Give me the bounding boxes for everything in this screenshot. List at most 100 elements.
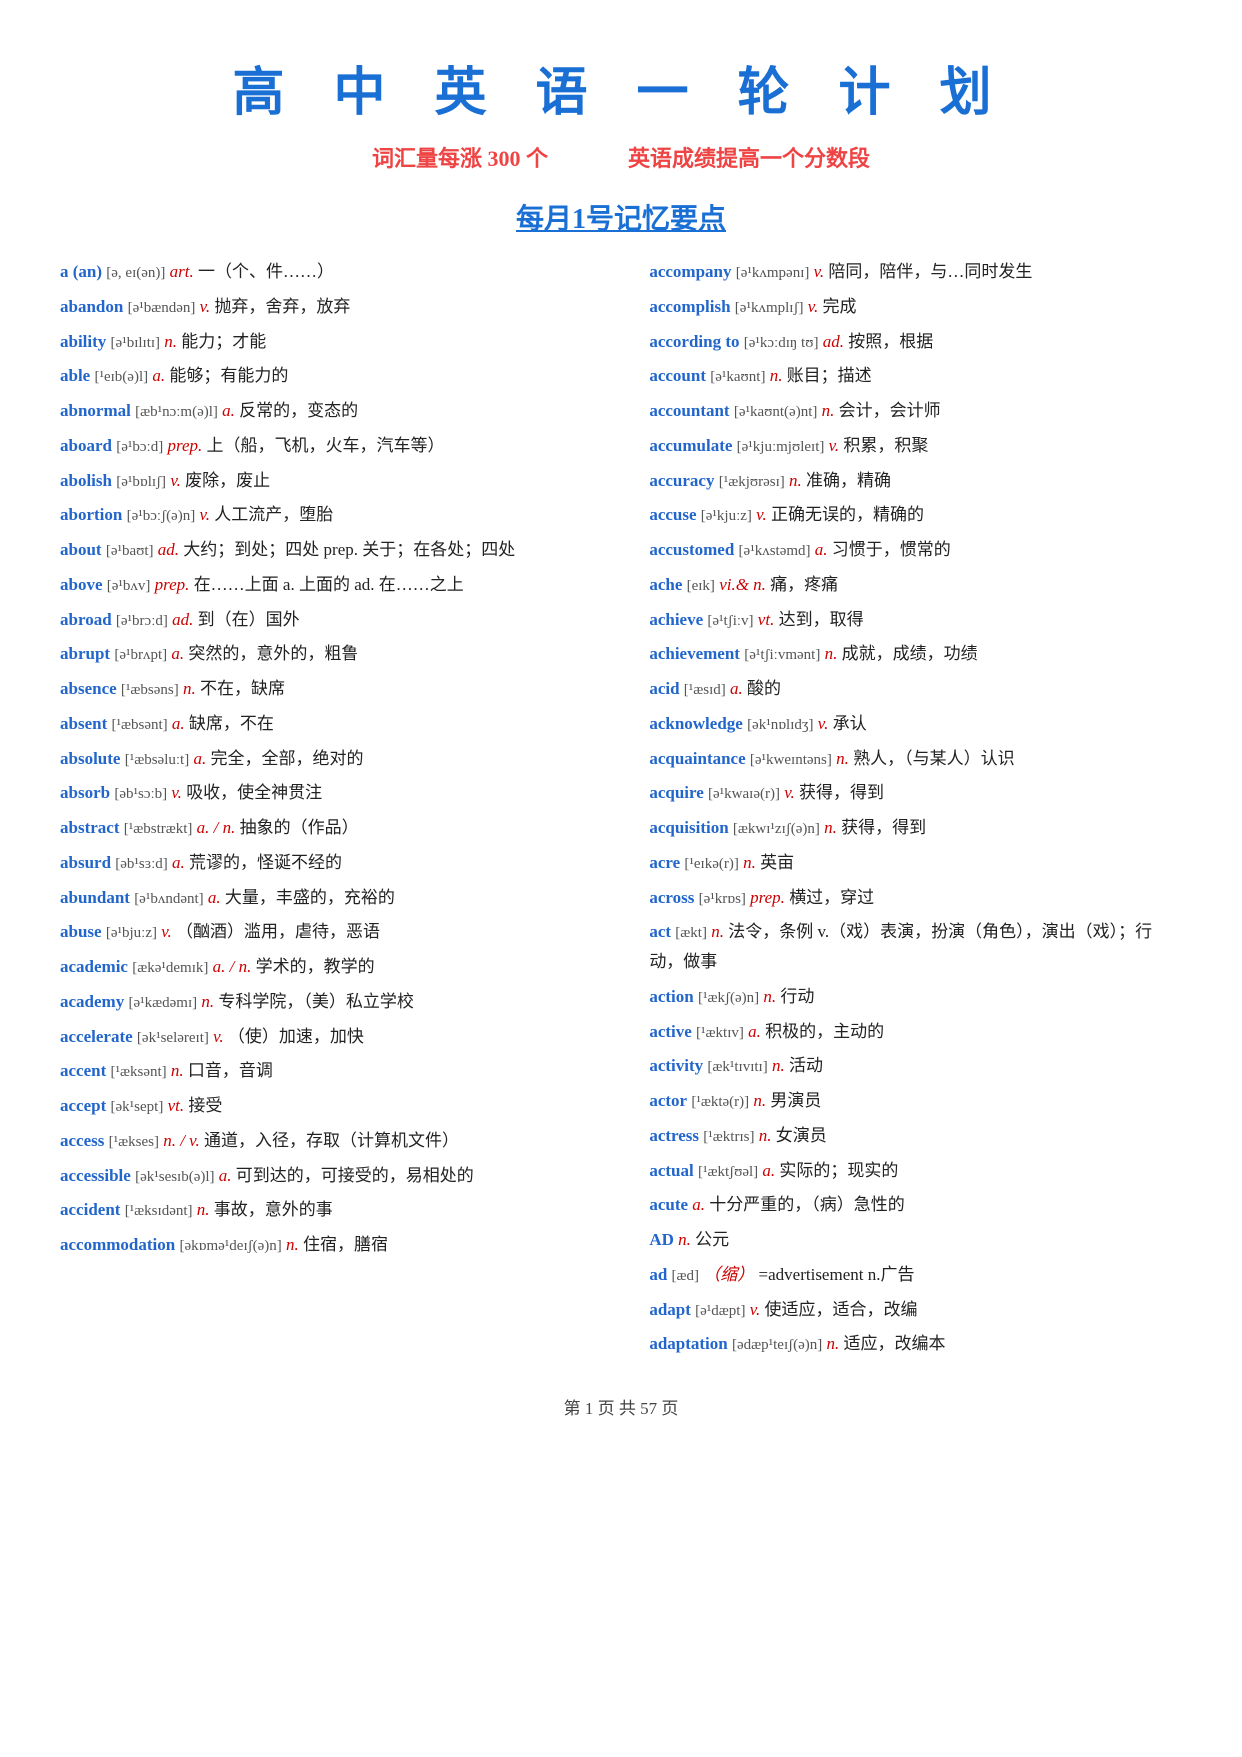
word: account (649, 366, 706, 385)
word: abolish (60, 471, 112, 490)
word: absurd (60, 853, 111, 872)
definition: 通道，入径，存取（计算机文件） (204, 1131, 459, 1150)
phonetic: [¹æbsəluːt] (125, 752, 190, 768)
definition: 公元 (695, 1230, 729, 1249)
list-item: abstract [¹æbstrækt] a. / n. 抽象的（作品） (60, 813, 619, 843)
phonetic: [ə¹tʃiːv] (707, 613, 753, 629)
phonetic: [æk¹tɪvɪtɪ] (707, 1059, 767, 1075)
word: accomplish (649, 297, 730, 316)
pos: a. (172, 714, 185, 733)
right-column: accompany [ə¹kʌmpənɪ] v. 陪同，陪伴，与…同时发生acc… (649, 257, 1182, 1364)
word: accompany (649, 262, 731, 281)
phonetic: [ækt] (675, 925, 707, 941)
definition: 专科学院，（美）私立学校 (218, 992, 414, 1011)
pos: a. / n. (213, 957, 252, 976)
phonetic: [eɪk] (687, 578, 715, 594)
definition: 接受 (188, 1096, 222, 1115)
word: acute (649, 1195, 688, 1214)
phonetic: [ə¹brʌpt] (114, 647, 167, 663)
definition: 按照，根据 (848, 332, 933, 351)
pos: prep. (750, 888, 785, 907)
definition: 陪同，陪伴，与…同时发生 (828, 262, 1032, 281)
pos: v. (199, 505, 210, 524)
definition: 废除，废止 (185, 471, 270, 490)
word: absolute (60, 749, 120, 768)
pos: n. (171, 1061, 184, 1080)
word: actress (649, 1126, 699, 1145)
phonetic: [ə¹kɔːdɪŋ tʊ] (744, 335, 819, 351)
list-item: academic [ækə¹demɪk] a. / n. 学术的，教学的 (60, 952, 619, 982)
word: acquire (649, 783, 703, 802)
list-item: absence [¹æbsəns] n. 不在，缺席 (60, 674, 619, 704)
word: accent (60, 1061, 106, 1080)
phonetic: [ə¹bjuːz] (106, 925, 157, 941)
list-item: actress [¹æktrɪs] n. 女演员 (649, 1121, 1182, 1151)
definition: 抽象的（作品） (240, 818, 359, 837)
phonetic: [¹eɪkə(r)] (684, 856, 738, 872)
definition: 可到达的，可接受的，易相处的 (236, 1166, 474, 1185)
definition: 获得，得到 (841, 818, 926, 837)
pos: n. (759, 1126, 772, 1145)
phonetic: [ək¹sesɪb(ə)l] (135, 1169, 214, 1185)
pos: n. (711, 922, 724, 941)
pos: a. (762, 1161, 775, 1180)
pos: v. (814, 262, 825, 281)
word: abrupt (60, 644, 110, 663)
definition: 酸的 (747, 679, 781, 698)
list-item: acute a. 十分严重的，（病）急性的 (649, 1190, 1182, 1220)
phonetic: [¹æsɪd] (684, 682, 726, 698)
phonetic: [ə¹tʃiːvmənt] (744, 647, 820, 663)
word: absorb (60, 783, 110, 802)
list-item: abortion [ə¹bɔːʃ(ə)n] v. 人工流产，堕胎 (60, 500, 619, 530)
definition: 会计，会计师 (839, 401, 941, 420)
definition: 十分严重的，（病）急性的 (709, 1195, 905, 1214)
list-item: absolute [¹æbsəluːt] a. 完全，全部，绝对的 (60, 744, 619, 774)
list-item: abnormal [æb¹nɔːm(ə)l] a. 反常的，变态的 (60, 396, 619, 426)
definition: 英亩 (760, 853, 794, 872)
phonetic: [ə¹bɒlɪʃ] (116, 474, 166, 490)
pos: a. (730, 679, 743, 698)
phonetic: [¹eɪb(ə)l] (94, 369, 148, 385)
pos: a. (692, 1195, 705, 1214)
definition: （酗酒）滥用，虐待，恶语 (176, 922, 380, 941)
phonetic: [ə¹bændən] (128, 300, 196, 316)
pos: a. (222, 401, 235, 420)
definition: 能够；有能力的 (169, 366, 288, 385)
pos: n. (197, 1200, 210, 1219)
definition: 积极的，主动的 (765, 1022, 884, 1041)
pos: a. (193, 749, 206, 768)
definition: 适应，改编本 (844, 1334, 946, 1353)
subtitle-right: 英语成绩提高一个分数段 (628, 141, 870, 173)
definition: 人工流产，堕胎 (214, 505, 333, 524)
list-item: acquaintance [ə¹kweɪntəns] n. 熟人，（与某人）认识 (649, 744, 1182, 774)
page-footer: 第 1 页 共 57 页 (60, 1394, 1182, 1419)
list-item: according to [ə¹kɔːdɪŋ tʊ] ad. 按照，根据 (649, 327, 1182, 357)
word: accountant (649, 401, 729, 420)
pos: n. (827, 1334, 840, 1353)
pos: a. (219, 1166, 232, 1185)
word: acquisition (649, 818, 728, 837)
list-item: access [¹ækses] n. / v. 通道，入径，存取（计算机文件） (60, 1126, 619, 1156)
list-item: actual [¹æktʃʊəl] a. 实际的；现实的 (649, 1156, 1182, 1186)
definition: 学术的，教学的 (256, 957, 375, 976)
phonetic: [¹ækjʊrəsɪ] (719, 474, 785, 490)
definition: 荒谬的，怪诞不经的 (189, 853, 342, 872)
definition: 在……上面 a. 上面的 ad. 在……之上 (194, 575, 464, 594)
pos: vt. (758, 610, 775, 629)
pos: a. (171, 644, 184, 663)
list-item: action [¹ækʃ(ə)n] n. 行动 (649, 982, 1182, 1012)
list-item: abroad [ə¹brɔːd] ad. 到（在）国外 (60, 605, 619, 635)
pos: n. (824, 818, 837, 837)
definition: 完成 (823, 297, 857, 316)
pos: （缩） (703, 1265, 754, 1284)
pos: prep. (155, 575, 190, 594)
definition: 上（船，飞机，火车，汽车等） (206, 436, 444, 455)
word: according to (649, 332, 739, 351)
word: abandon (60, 297, 123, 316)
list-item: accommodation [əkɒmə¹deɪʃ(ə)n] n. 住宿，膳宿 (60, 1230, 619, 1260)
word: achievement (649, 644, 740, 663)
pos: n. (836, 749, 849, 768)
pos: v. (808, 297, 819, 316)
phonetic: [ə¹kjuːmjʊleɪt] (737, 439, 825, 455)
phonetic: [ə¹kaʊnt] (710, 369, 765, 385)
